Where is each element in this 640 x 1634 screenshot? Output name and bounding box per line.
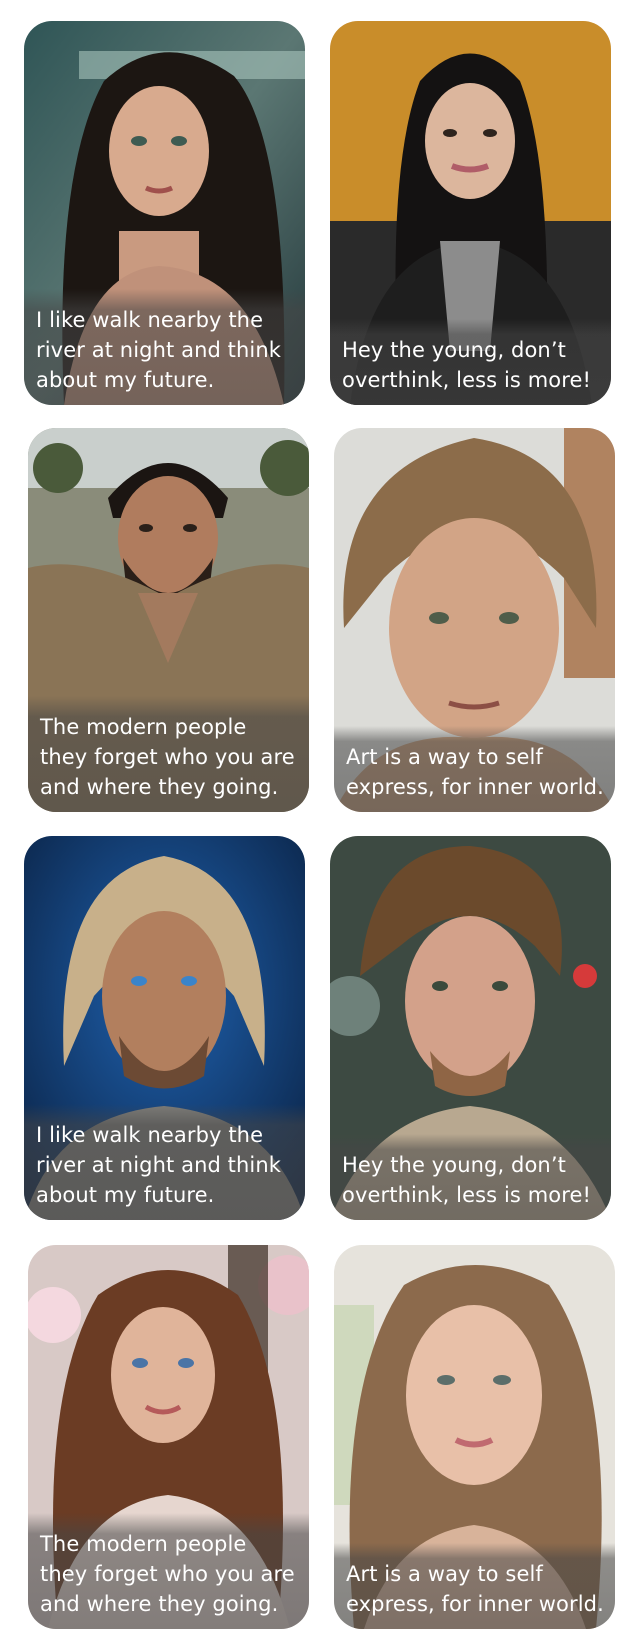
- caption-line: they forget who you are: [40, 745, 295, 769]
- persona-caption: Art is a way to self express, for inner …: [334, 726, 615, 812]
- caption-line: about my future.: [36, 368, 215, 392]
- caption-line: express, for inner world.: [346, 775, 604, 799]
- caption-line: they forget who you are: [40, 1562, 295, 1586]
- caption-line: I like walk nearby the: [36, 1123, 264, 1147]
- caption-line: express, for inner world.: [346, 1592, 604, 1616]
- caption-line: The modern people: [40, 1532, 247, 1556]
- caption-line: overthink, less is more!: [342, 368, 592, 392]
- caption-line: about my future.: [36, 1183, 215, 1207]
- persona-card-7[interactable]: The modern people they forget who you ar…: [28, 1245, 309, 1629]
- caption-line: overthink, less is more!: [342, 1183, 592, 1207]
- persona-card-3[interactable]: The modern people they forget who you ar…: [28, 428, 309, 812]
- persona-card-8[interactable]: Art is a way to self express, for inner …: [334, 1245, 615, 1629]
- persona-caption: Art is a way to self express, for inner …: [334, 1543, 615, 1629]
- persona-caption: Hey the young, don’t overthink, less is …: [330, 1134, 611, 1220]
- persona-card-4[interactable]: Art is a way to self express, for inner …: [334, 428, 615, 812]
- caption-line: Hey the young, don’t: [342, 338, 566, 362]
- caption-line: The modern people: [40, 715, 247, 739]
- persona-card-2[interactable]: Hey the young, don’t overthink, less is …: [330, 21, 611, 405]
- caption-line: and where they going.: [40, 1592, 279, 1616]
- caption-line: Art is a way to self: [346, 745, 543, 769]
- persona-caption: I like walk nearby the river at night an…: [24, 1104, 305, 1220]
- persona-caption: Hey the young, don’t overthink, less is …: [330, 319, 611, 405]
- caption-line: and where they going.: [40, 775, 279, 799]
- persona-card-5[interactable]: I like walk nearby the river at night an…: [24, 836, 305, 1220]
- persona-card-6[interactable]: Hey the young, don’t overthink, less is …: [330, 836, 611, 1220]
- caption-line: Hey the young, don’t: [342, 1153, 566, 1177]
- caption-line: river at night and think: [36, 338, 282, 362]
- caption-line: Art is a way to self: [346, 1562, 543, 1586]
- persona-caption: The modern people they forget who you ar…: [28, 1513, 309, 1629]
- persona-caption: The modern people they forget who you ar…: [28, 696, 309, 812]
- persona-caption: I like walk nearby the river at night an…: [24, 289, 305, 405]
- caption-line: river at night and think: [36, 1153, 282, 1177]
- caption-line: I like walk nearby the: [36, 308, 264, 332]
- persona-card-1[interactable]: I like walk nearby the river at night an…: [24, 21, 305, 405]
